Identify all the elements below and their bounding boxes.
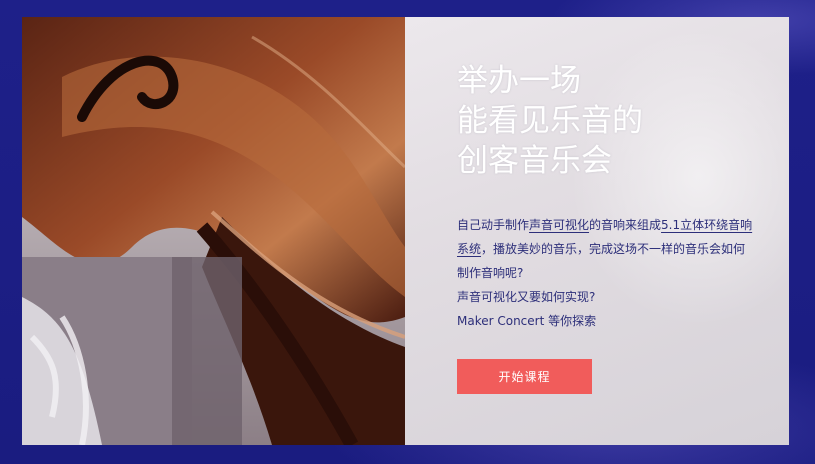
hero-card: 举办一场 能看见乐音的 创客音乐会 自己动手制作声音可视化的音响来组成5.1立体… — [22, 17, 789, 445]
hero-description: 自己动手制作声音可视化的音响来组成5.1立体环绕音响系统，播放美妙的音乐，完成这… — [457, 213, 757, 333]
violin-illustration — [22, 17, 405, 445]
hero-headline: 举办一场 能看见乐音的 创客音乐会 — [457, 61, 757, 181]
desc-text-1: 自己动手制作 — [457, 218, 530, 232]
headline-line-2: 能看见乐音的 — [457, 103, 643, 139]
description-line-3: Maker Concert 等你探索 — [457, 314, 597, 328]
headline-line-3: 创客音乐会 — [457, 143, 612, 179]
description-paragraph: 自己动手制作声音可视化的音响来组成5.1立体环绕音响系统，播放美妙的音乐，完成这… — [457, 213, 757, 285]
desc-text-2: 的音响来组成 — [589, 218, 662, 232]
sound-visualization-link[interactable]: 声音可视化 — [529, 218, 589, 232]
hero-text-panel: 举办一场 能看见乐音的 创客音乐会 自己动手制作声音可视化的音响来组成5.1立体… — [405, 17, 789, 445]
violin-photo — [22, 17, 405, 445]
description-line-2: 声音可视化又要如何实现? — [457, 290, 596, 304]
start-course-button[interactable]: 开始课程 — [457, 359, 592, 394]
desc-text-3: ，播放美妙的音乐，完成这场不一样的音乐会如何制作音响呢? — [457, 242, 746, 280]
headline-line-1: 举办一场 — [457, 63, 581, 99]
